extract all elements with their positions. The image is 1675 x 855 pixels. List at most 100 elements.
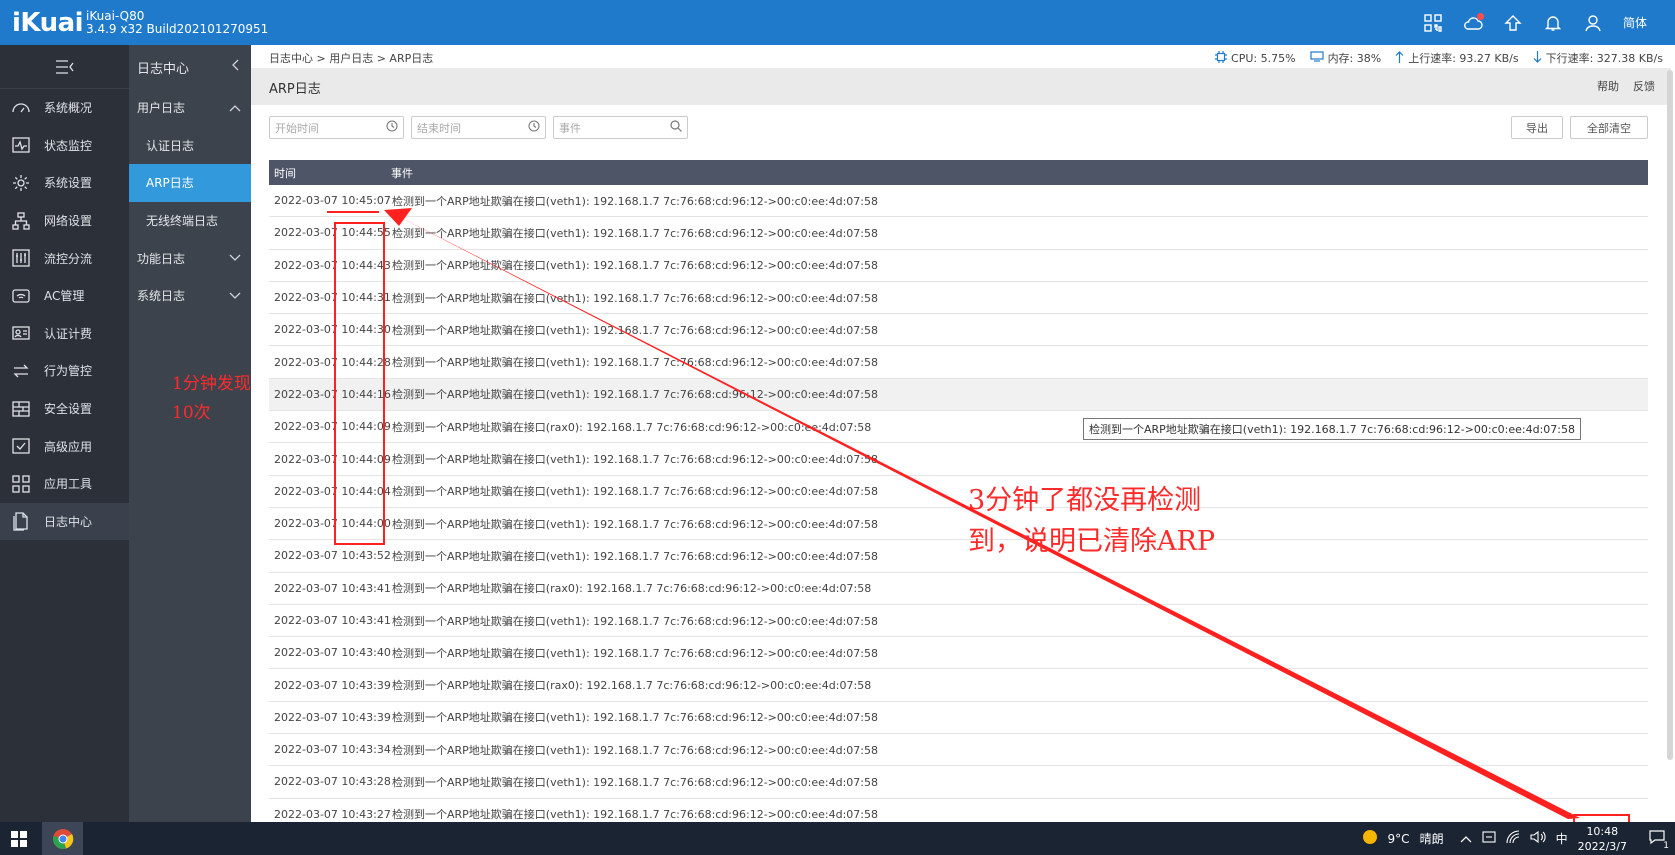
- table-row[interactable]: 2022-03-07 10:44:30 检测到一个ARP地址欺骗在接口(veth1…: [269, 314, 1648, 347]
- table-body: 2022-03-07 10:45:07 检测到一个ARP地址欺骗在接口(veth1…: [269, 185, 1648, 831]
- id-card-icon: [11, 323, 31, 343]
- start-time-field[interactable]: 开始时间: [269, 116, 404, 139]
- sidebar-item[interactable]: 行为管控: [0, 352, 129, 390]
- subnav-label: 认证日志: [146, 138, 195, 153]
- primary-sidebar: 系统概况 状态监控 系统设置 网络设置流控分流 AC管理 认证计费 行为管控 安全设置 高级应用…: [0, 45, 129, 822]
- help-link[interactable]: 帮助: [1597, 78, 1619, 94]
- memory-icon: [1309, 51, 1324, 65]
- table-row[interactable]: 2022-03-07 10:44:43 检测到一个ARP地址欺骗在接口(veth1…: [269, 250, 1648, 282]
- clock-icon: [386, 120, 398, 135]
- end-time-field[interactable]: 结束时间: [411, 116, 546, 139]
- event-search-field[interactable]: 事件: [553, 116, 688, 139]
- cell-event: 检测到一个ARP地址欺骗在接口(veth1): 192.168.1.7 7c:7…: [392, 356, 878, 370]
- sidebar-item[interactable]: 高级应用: [0, 427, 129, 465]
- ime-indicator[interactable]: 中: [1556, 830, 1568, 847]
- language-switch[interactable]: 简体: [1613, 0, 1657, 45]
- table-row[interactable]: 2022-03-07 10:44:55 检测到一个ARP地址欺骗在接口(veth1…: [269, 217, 1648, 250]
- table-row[interactable]: 2022-03-07 10:43:39 检测到一个ARP地址欺骗在接口(rax0)…: [269, 669, 1648, 702]
- cell-time: 2022-03-07 10:43:41: [274, 581, 391, 595]
- table-row[interactable]: 2022-03-07 10:43:39 检测到一个ARP地址欺骗在接口(veth1…: [269, 702, 1648, 735]
- user-icon[interactable]: [1573, 0, 1613, 45]
- sidebar-item-label: 流控分流: [44, 251, 93, 266]
- sidebar-item[interactable]: 网络设置: [0, 202, 129, 240]
- subnav-item-wireless-log[interactable]: 无线终端日志: [129, 202, 251, 240]
- sidebar-item[interactable]: 应用工具: [0, 465, 129, 503]
- subnav-label: 功能日志: [137, 251, 186, 266]
- clear-all-button[interactable]: 全部清空: [1570, 116, 1648, 139]
- subnav-group-function-log[interactable]: 功能日志: [129, 239, 251, 277]
- weather-text[interactable]: 晴朗: [1420, 830, 1444, 847]
- cell-event: 检测到一个ARP地址欺骗在接口(veth1): 192.168.1.7 7c:7…: [392, 808, 878, 822]
- clock-time: 10:48: [1586, 824, 1619, 838]
- subnav-item-arp-log[interactable]: ARP日志: [129, 164, 251, 202]
- chrome-icon[interactable]: [42, 822, 83, 855]
- cpu-stat: CPU: 5.75%: [1215, 50, 1296, 66]
- upgrade-icon[interactable]: [1493, 0, 1533, 45]
- sidebar-item[interactable]: 安全设置: [0, 390, 129, 428]
- chevron-left-icon[interactable]: [231, 59, 239, 75]
- feedback-link[interactable]: 反馈: [1633, 78, 1655, 94]
- windows-start-icon[interactable]: [0, 822, 38, 855]
- bell-icon[interactable]: [1533, 0, 1573, 45]
- table-row[interactable]: 2022-03-07 10:44:16 检测到一个ARP地址欺骗在接口(veth1…: [269, 378, 1648, 412]
- table-row[interactable]: 2022-03-07 10:43:41 检测到一个ARP地址欺骗在接口(rax0)…: [269, 573, 1648, 605]
- network-icon[interactable]: [1506, 830, 1520, 847]
- table-row[interactable]: 2022-03-07 10:43:41 检测到一个ARP地址欺骗在接口(veth1…: [269, 605, 1648, 638]
- table-row[interactable]: 2022-03-07 10:43:40 检测到一个ARP地址欺骗在接口(veth1…: [269, 637, 1648, 670]
- vertical-scrollbar[interactable]: [1667, 70, 1673, 760]
- sidebar-item[interactable]: 流控分流: [0, 239, 129, 277]
- breadcrumb: 日志中心 > 用户日志 > ARP日志: [269, 52, 434, 65]
- sidebar-item-label: 应用工具: [44, 477, 93, 492]
- chevron-down-icon: [229, 289, 241, 303]
- subnav-item-auth-log[interactable]: 认证日志: [129, 127, 251, 165]
- weather-sun-icon[interactable]: [1362, 829, 1378, 848]
- header-toolbar: 简体: [1413, 0, 1657, 45]
- cell-time: 2022-03-07 10:44:16: [274, 387, 391, 401]
- cpu-icon: [1215, 50, 1228, 66]
- subnav-group-user-log[interactable]: 用户日志: [129, 89, 251, 127]
- table-row[interactable]: 2022-03-07 10:44:04 检测到一个ARP地址欺骗在接口(veth1…: [269, 476, 1648, 508]
- cell-time: 2022-03-07 10:43:39: [274, 710, 391, 724]
- cell-time: 2022-03-07 10:44:09: [274, 420, 391, 434]
- page-title: ARP日志: [269, 82, 321, 97]
- monitor-icon: [11, 135, 31, 155]
- table-row[interactable]: 2022-03-07 10:44:28 检测到一个ARP地址欺骗在接口(veth1…: [269, 346, 1648, 379]
- table-row[interactable]: 2022-03-07 10:44:00 检测到一个ARP地址欺骗在接口(veth1…: [269, 508, 1648, 541]
- sidebar-item[interactable]: 状态监控: [0, 127, 129, 165]
- annotation-left-line2: 10次: [172, 403, 211, 423]
- tray-expand-icon[interactable]: [1460, 832, 1472, 846]
- table-actions: 导出 全部清空: [1511, 116, 1648, 139]
- cell-event: 检测到一个ARP地址欺骗在接口(rax0): 192.168.1.7 7c:76…: [392, 582, 872, 596]
- sidebar-item[interactable]: AC管理: [0, 277, 129, 315]
- table-row[interactable]: 2022-03-07 10:43:52 检测到一个ARP地址欺骗在接口(veth1…: [269, 540, 1648, 573]
- sidebar-item[interactable]: 系统概况: [0, 89, 129, 127]
- table-row[interactable]: 2022-03-07 10:44:09 检测到一个ARP地址欺骗在接口(veth1…: [269, 443, 1648, 476]
- qrcode-icon[interactable]: [1413, 0, 1453, 45]
- taskbar-clock[interactable]: 10:48 2022/3/7: [1578, 824, 1627, 854]
- cell-time: 2022-03-07 10:44:04: [274, 484, 391, 498]
- menu-collapse-icon[interactable]: [0, 45, 129, 89]
- sidebar-item[interactable]: 日志中心: [0, 502, 129, 541]
- table-row[interactable]: 2022-03-07 10:43:34 检测到一个ARP地址欺骗在接口(veth1…: [269, 734, 1648, 767]
- table-header: 时间 事件: [269, 160, 1648, 185]
- export-button[interactable]: 导出: [1511, 116, 1563, 139]
- download-stat: 下行速率: 327.38 KB/s: [1533, 50, 1663, 66]
- column-header-time[interactable]: 时间: [269, 165, 391, 181]
- search-icon[interactable]: [670, 120, 682, 135]
- cell-event: 检测到一个ARP地址欺骗在接口(veth1): 192.168.1.7 7c:7…: [392, 549, 878, 563]
- cell-time: 2022-03-07 10:44:55: [274, 226, 391, 240]
- tray-app-icon[interactable]: [1482, 830, 1496, 847]
- table-row[interactable]: 2022-03-07 10:44:31 检测到一个ARP地址欺骗在接口(veth1…: [269, 282, 1648, 315]
- temperature[interactable]: 9°C: [1388, 832, 1410, 846]
- sidebar-item[interactable]: 系统设置: [0, 164, 129, 202]
- cell-time: 2022-03-07 10:44:00: [274, 517, 391, 531]
- table-row[interactable]: 2022-03-07 10:45:07 检测到一个ARP地址欺骗在接口(veth1…: [269, 185, 1648, 218]
- column-header-event[interactable]: 事件: [391, 165, 413, 181]
- event-placeholder: 事件: [559, 121, 581, 135]
- subnav-group-system-log[interactable]: 系统日志: [129, 277, 251, 315]
- cloud-icon[interactable]: [1453, 0, 1493, 45]
- notification-icon[interactable]: 1: [1649, 829, 1669, 851]
- table-row[interactable]: 2022-03-07 10:43:28 检测到一个ARP地址欺骗在接口(veth1…: [269, 766, 1648, 799]
- volume-icon[interactable]: [1530, 830, 1546, 847]
- sidebar-item[interactable]: 认证计费: [0, 315, 129, 353]
